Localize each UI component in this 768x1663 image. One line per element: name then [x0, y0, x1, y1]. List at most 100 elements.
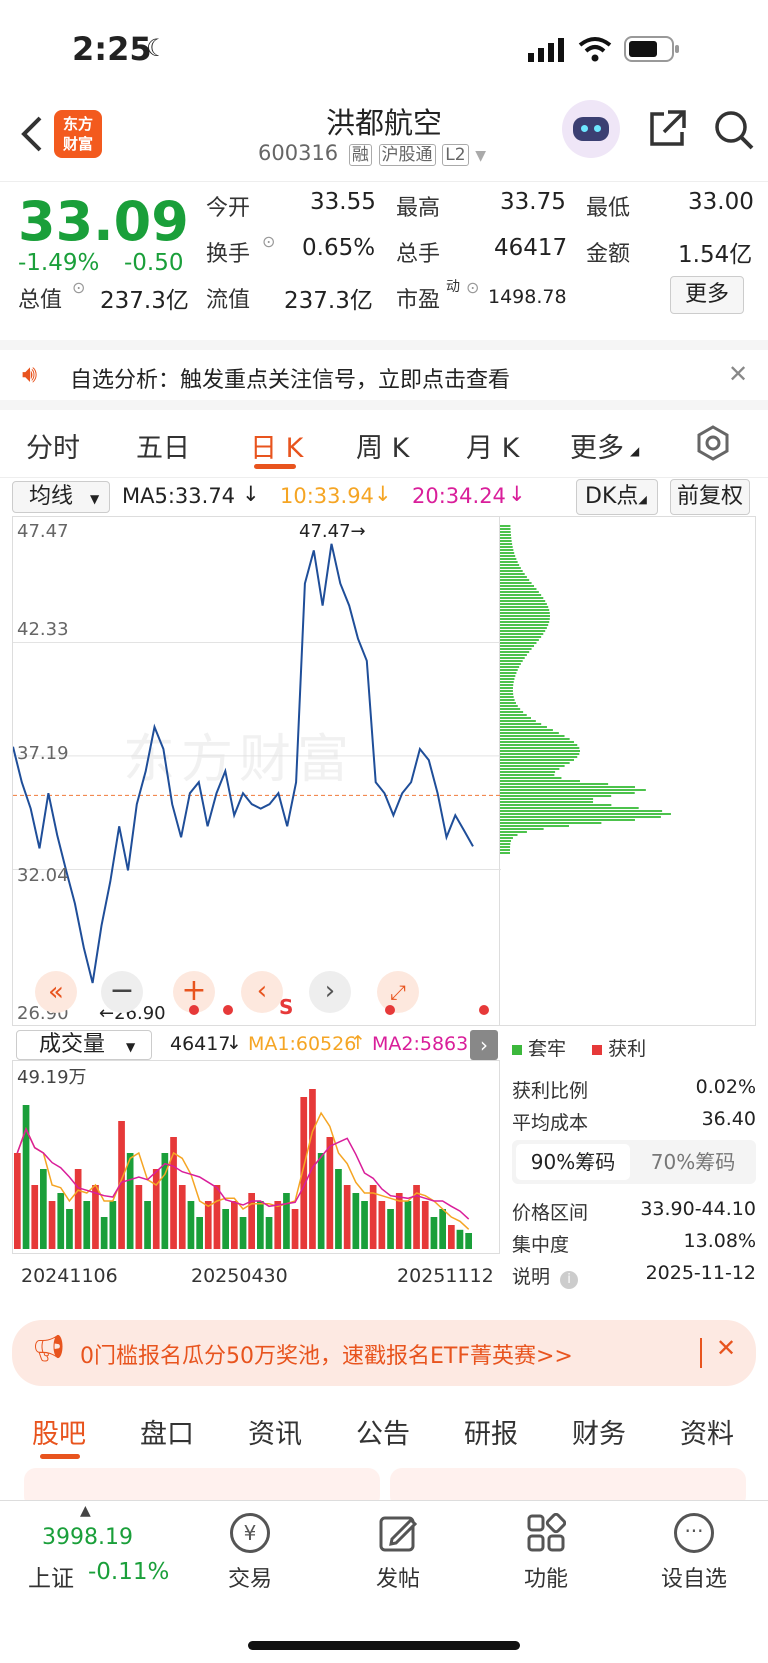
section-tabs: 股吧 盘口 资讯 公告 研报 财务 资料 [0, 1396, 768, 1466]
tab-guba[interactable]: 股吧 [32, 1412, 86, 1451]
function-button[interactable]: 功能 [506, 1513, 586, 1593]
turnover-value: 0.65% [302, 235, 376, 261]
price-range-label: 价格区间 [512, 1202, 589, 1224]
high-label: 最高 [396, 196, 441, 221]
chip-legend: 套牢 获利 [512, 1034, 756, 1061]
chip-bar [500, 696, 514, 698]
info-icon[interactable]: ⊙ [262, 232, 275, 251]
speaker-icon: 🔊︎ [22, 360, 38, 388]
volume-bar [144, 1201, 151, 1249]
high-value: 33.75 [500, 189, 566, 215]
chip-bar [500, 597, 544, 599]
volume-max-label: 49.19万 [17, 1067, 87, 1088]
chip-bar [500, 549, 514, 551]
volume-bar [57, 1193, 65, 1249]
low-value: 33.00 [688, 189, 754, 215]
concentration-label: 集中度 [512, 1234, 570, 1256]
trade-button[interactable]: ¥ 交易 [210, 1513, 290, 1593]
tab-profile[interactable]: 资料 [680, 1412, 734, 1451]
info-icon[interactable]: ⊙ [466, 278, 479, 297]
zoom-out-button[interactable]: − [101, 971, 143, 1013]
tab-five-day[interactable]: 五日 [136, 426, 190, 465]
close-icon[interactable]: ✕ [728, 360, 748, 388]
megaphone-icon: 📢︎ [32, 1334, 66, 1364]
robot-avatar[interactable] [562, 100, 620, 158]
volume-bar [126, 1153, 134, 1249]
scroll-left-button[interactable]: ‹ [241, 971, 283, 1013]
volume-bar [404, 1201, 412, 1249]
volume-indicator-select[interactable]: 成交量 ▼ [16, 1030, 152, 1060]
close-icon[interactable]: ✕ [716, 1334, 736, 1362]
volume-bar [22, 1105, 30, 1249]
tab-daily-k[interactable]: 日 K [250, 426, 303, 465]
chip-bar [500, 693, 514, 695]
tab-intraday[interactable]: 分时 [26, 426, 80, 465]
add-watchlist-label: 设自选 [660, 1567, 727, 1592]
chip-bar [500, 738, 570, 740]
volume-bar [448, 1225, 455, 1249]
volume-arrow: ↓ [226, 1032, 242, 1054]
volume-bar [40, 1169, 47, 1249]
settings-icon[interactable] [694, 424, 732, 462]
volume-bar [213, 1185, 221, 1249]
share-icon[interactable] [646, 108, 688, 150]
chip-bar [500, 705, 518, 707]
add-watchlist-button[interactable]: ··· 设自选 [654, 1513, 734, 1593]
chip-bar [500, 711, 524, 713]
tab-announcements[interactable]: 公告 [356, 1412, 410, 1451]
profit-legend: 获利 [608, 1038, 647, 1060]
tab-research[interactable]: 研报 [464, 1412, 518, 1451]
tab-finance[interactable]: 财务 [572, 1412, 626, 1451]
more-button[interactable]: 更多 [670, 276, 744, 314]
info-icon[interactable]: ⊙ [72, 278, 85, 297]
volume-bar [361, 1201, 368, 1249]
analysis-banner[interactable]: 🔊︎ 自选分析：触发重点关注信号，立即点击查看 ✕ [0, 340, 768, 410]
y-tick: 32.04 [17, 865, 69, 886]
scroll-left-fast-button[interactable]: « [35, 971, 77, 1013]
volume-bar [378, 1201, 386, 1249]
chip-bar [500, 666, 520, 668]
adjust-button[interactable]: 前复权 [670, 479, 750, 515]
profit-ratio-value: 0.02% [695, 1076, 756, 1098]
note-label: 说明 [512, 1266, 551, 1288]
dk-point-button[interactable]: DK点◢ [576, 479, 658, 515]
note-row[interactable]: 说明 i 2025-11-12 [512, 1262, 756, 1289]
chip-bar [500, 675, 516, 677]
volume-bar [257, 1201, 264, 1249]
expand-arrow-button[interactable]: › [470, 1030, 498, 1060]
tab-more[interactable]: 更多 [570, 426, 624, 465]
battery-icon [624, 36, 679, 62]
volume-bar [31, 1185, 39, 1249]
chip-distribution-svg [500, 525, 671, 854]
avg-cost-row: 平均成本 36.40 [512, 1108, 756, 1135]
tab-chip-70[interactable]: 70%筹码 [636, 1144, 750, 1180]
chip-stats-panel: 套牢 获利 获利比例 0.02% 平均成本 36.40 90%筹码 70%筹码 … [500, 1028, 768, 1308]
volume-chart: 49.19万 20241106 20250430 20251112 [12, 1060, 500, 1287]
promo-divider [700, 1338, 702, 1368]
scroll-right-button[interactable]: › [309, 971, 351, 1013]
promo-banner[interactable]: 📢︎ 0门槛报名瓜分50万奖池，速戳报名ETF菁英赛>> ✕ [12, 1320, 756, 1386]
chip-bar [500, 789, 646, 791]
volume-bar [274, 1201, 282, 1249]
chip-bar [500, 777, 562, 779]
moon-icon: ☾ [146, 34, 168, 62]
indicator-select[interactable]: 均线 ▼ [12, 481, 110, 513]
chip-bar [500, 801, 594, 803]
volume-bar [283, 1193, 290, 1249]
tab-monthly-k[interactable]: 月 K [466, 426, 519, 465]
collapse-caret-icon[interactable]: ▲ [80, 1503, 91, 1519]
fullscreen-button[interactable]: ⤢ [377, 971, 419, 1013]
tab-news[interactable]: 资讯 [248, 1412, 302, 1451]
post-button[interactable]: 发帖 [358, 1513, 438, 1593]
price-chart[interactable]: 东方财富 47.47 42.33 37.19 32.04 26.90 47.47… [12, 516, 501, 1026]
search-icon[interactable] [712, 108, 756, 152]
volume-bar [369, 1185, 377, 1249]
clock: 2:25 [72, 30, 152, 68]
tab-chip-90[interactable]: 90%筹码 [516, 1144, 630, 1180]
chip-bar [500, 846, 511, 848]
turnover-label: 换手 [206, 242, 251, 267]
chip-bar [500, 804, 612, 806]
dropdown-icon[interactable]: ▼ [475, 148, 486, 164]
tab-weekly-k[interactable]: 周 K [356, 426, 409, 465]
tab-order-book[interactable]: 盘口 [140, 1412, 194, 1451]
